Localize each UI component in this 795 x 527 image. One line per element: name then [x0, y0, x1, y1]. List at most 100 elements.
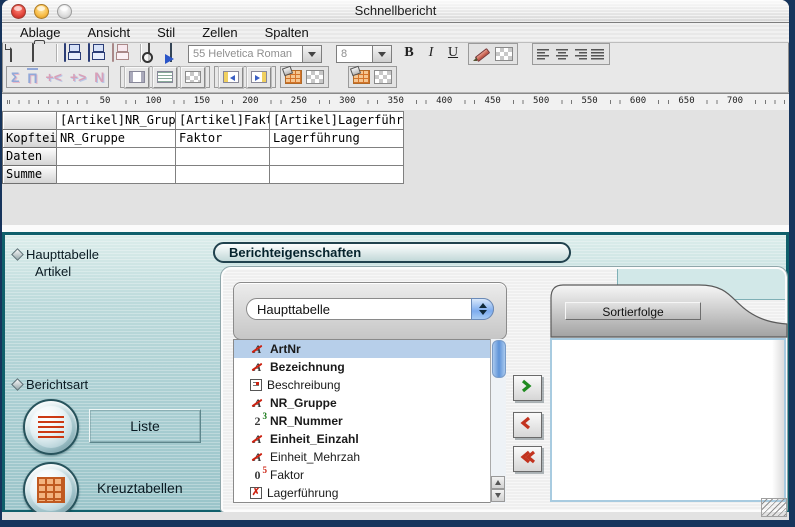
transparent-swatch-icon[interactable] [495, 47, 513, 61]
field-item-artnr[interactable]: AArtNr [234, 340, 504, 358]
alt-fill-transparent-swatch-icon[interactable] [374, 70, 392, 84]
font-dropdown-arrow-icon[interactable] [303, 45, 322, 63]
list-report-option[interactable]: Liste [89, 409, 201, 443]
menu-zellen[interactable]: Zellen [202, 25, 237, 40]
quick-report-table: [Artikel]NR_Grupp[Artikel]Faktor[Artikel… [3, 112, 404, 184]
italic-button[interactable]: I [422, 45, 440, 61]
cross-table-icon [37, 477, 65, 503]
field-name: NR_Nummer [270, 414, 343, 428]
align-left-icon[interactable] [537, 49, 551, 60]
menu-ablage[interactable]: Ablage [20, 25, 60, 40]
alt-fill-color-bucket-icon[interactable] [353, 70, 370, 84]
field-item-lagerführung[interactable]: ✗Lagerführung [234, 484, 504, 502]
column-header[interactable]: [Artikel]Lagerführun [269, 111, 404, 130]
report-cell[interactable] [175, 147, 270, 166]
insert-column-left-button[interactable] [219, 67, 243, 88]
cross-table-option[interactable]: Kreuztabellen [97, 480, 183, 496]
report-cell[interactable]: Lagerführung [269, 129, 404, 148]
report-type-label: Berichtsart [13, 377, 88, 392]
fill-color-bucket-icon[interactable] [285, 70, 302, 84]
insert-column-right-button[interactable] [247, 67, 271, 88]
save-as-disk-icon [88, 43, 90, 62]
cell-fill-group [280, 66, 329, 88]
report-cell[interactable] [56, 165, 176, 184]
align-right-icon[interactable] [573, 49, 587, 60]
field-item-faktor[interactable]: 05Faktor [234, 466, 504, 484]
field-name: NR_Gruppe [270, 396, 337, 410]
cross-table-report-button[interactable] [23, 462, 79, 518]
print-button[interactable] [170, 44, 172, 62]
add-column-after-icon[interactable]: +> [70, 69, 86, 85]
sum-icon[interactable]: Σ [11, 69, 19, 85]
report-cell[interactable] [269, 147, 404, 166]
field-list-scrollbar[interactable] [490, 339, 506, 503]
save-as-button[interactable] [88, 44, 90, 62]
list-report-button[interactable] [23, 399, 79, 455]
fill-transparent-swatch-icon[interactable] [306, 70, 324, 84]
field-item-bezeichnung[interactable]: ABezeichnung [234, 358, 504, 376]
remove-all-fields-button[interactable] [513, 446, 542, 472]
menu-spalten[interactable]: Spalten [265, 25, 309, 40]
field-item-beschreibung[interactable]: Beschreibung [234, 376, 504, 394]
font-size-dropdown-arrow-icon[interactable] [373, 45, 392, 63]
page-break-icon[interactable]: N [94, 69, 104, 85]
report-cell[interactable] [56, 147, 176, 166]
row-label-daten[interactable]: Daten [2, 147, 57, 166]
open-report-button[interactable] [32, 44, 34, 62]
alt-fill-group [348, 66, 397, 88]
column-header[interactable]: [Artikel]NR_Grupp [56, 111, 176, 130]
table-popup[interactable]: Haupttabelle [246, 298, 494, 320]
scroll-up-button[interactable] [491, 476, 505, 489]
menu-ansicht[interactable]: Ansicht [87, 25, 130, 40]
underline-button[interactable]: U [444, 45, 462, 61]
pattern-button[interactable] [181, 67, 205, 88]
font-size-dropdown[interactable]: 8 [336, 45, 392, 63]
resize-handle-icon[interactable] [761, 498, 787, 517]
report-cell[interactable] [175, 165, 270, 184]
report-design-area[interactable]: [Artikel]NR_Grupp[Artikel]Faktor[Artikel… [2, 110, 789, 225]
font-dropdown[interactable]: 55 Helvetica Roman [188, 45, 322, 63]
add-column-before-icon[interactable]: +< [46, 69, 62, 85]
title-bar[interactable]: Schnellbericht [2, 0, 789, 23]
revert-button[interactable] [112, 44, 114, 62]
add-field-button[interactable] [513, 375, 542, 401]
color-tools-group [468, 43, 518, 65]
pencil-icon[interactable] [473, 47, 491, 61]
report-cell[interactable]: Faktor [175, 129, 270, 148]
scrollbar-thumb[interactable] [492, 340, 506, 378]
field-item-einheit_einzahl[interactable]: AEinheit_Einzahl [234, 430, 504, 448]
sort-order-list[interactable] [550, 338, 786, 502]
diamond-bullet-icon [11, 248, 24, 261]
insert-column-right-icon [251, 71, 267, 83]
bottom-strip [2, 512, 789, 520]
field-item-einheit_mehrzah[interactable]: AEinheit_Mehrzah [234, 448, 504, 466]
column-header[interactable]: [Artikel]Faktor [175, 111, 270, 130]
field-item-nr_gruppe[interactable]: ANR_Gruppe [234, 394, 504, 412]
computation-group: Σ Π +< +> N [6, 66, 109, 88]
ruler-tick-700: 700 [722, 96, 748, 106]
report-cell[interactable]: NR_Gruppe [56, 129, 176, 148]
column-width-icon [129, 71, 145, 83]
print-preview-button[interactable] [148, 44, 150, 62]
row-label-kopfteil[interactable]: Kopfteil [2, 129, 57, 148]
scroll-down-button[interactable] [491, 489, 505, 502]
field-list[interactable]: AArtNrABezeichnungBeschreibungANR_Gruppe… [233, 339, 505, 503]
popup-stepper-icon[interactable] [471, 298, 494, 320]
new-report-button[interactable] [10, 44, 12, 62]
table-corner-cell [2, 111, 57, 130]
align-justify-icon[interactable] [591, 49, 605, 60]
row-label-summe[interactable]: Summe [2, 165, 57, 184]
double-chevron-left-icon [520, 450, 536, 469]
menu-stil[interactable]: Stil [157, 25, 175, 40]
field-item-nr_nummer[interactable]: 23 NR_Nummer [234, 412, 504, 430]
remove-field-button[interactable] [513, 412, 542, 438]
row-display-button[interactable] [153, 67, 177, 88]
number-field-icon: 23 [250, 414, 265, 428]
report-cell[interactable] [269, 165, 404, 184]
column-width-button[interactable] [125, 67, 149, 88]
align-center-icon[interactable] [555, 49, 569, 60]
save-button[interactable] [64, 44, 66, 62]
bold-button[interactable]: B [400, 45, 418, 61]
ruler-tick-250: 250 [286, 96, 312, 106]
repeated-values-icon[interactable]: Π [27, 68, 37, 86]
